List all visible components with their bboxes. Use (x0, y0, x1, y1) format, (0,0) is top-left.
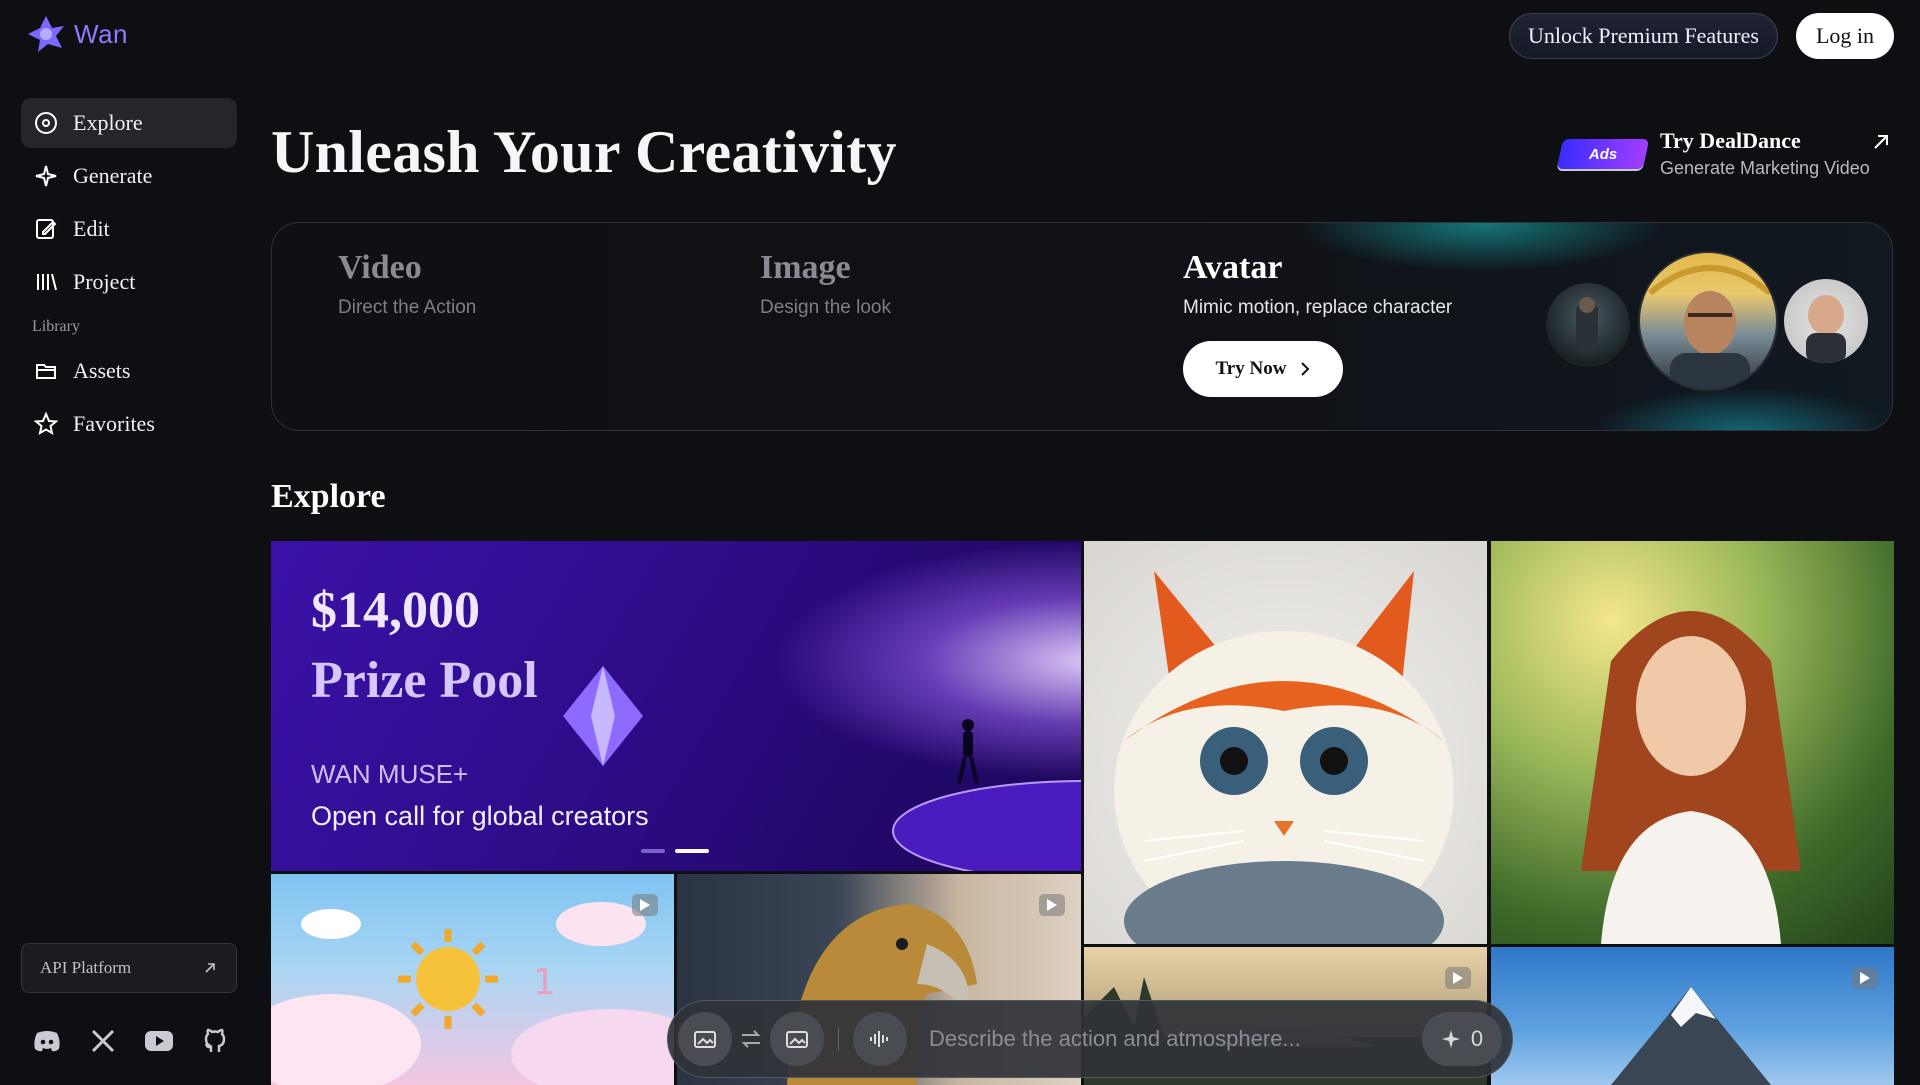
try-now-label: Try Now (1215, 358, 1287, 379)
external-link-icon (205, 963, 215, 973)
generate-credits-button[interactable]: 0 (1422, 1012, 1502, 1066)
prize-pool-label: Prize Pool (311, 652, 538, 709)
mode-subtitle: Design the look (760, 297, 891, 318)
app-logo[interactable]: Wan (26, 14, 128, 54)
avatar-thumbnail (1784, 279, 1868, 363)
edit-icon (33, 216, 59, 242)
ads-badge: Ads (1556, 138, 1650, 169)
page-title: Unleash Your Creativity (271, 119, 897, 185)
sparkle-icon (1441, 1030, 1460, 1048)
credit-count: 0 (1470, 1026, 1484, 1051)
avatar-thumbnail (1546, 283, 1630, 367)
avatar-thumbnail-featured (1638, 251, 1778, 391)
app-name: Wan (74, 18, 128, 49)
sidebar-item-label: Assets (73, 358, 131, 383)
ad-subtitle: Generate Marketing Video (1660, 158, 1870, 178)
sidebar-item-label: Favorites (73, 411, 155, 436)
swap-icon[interactable] (732, 1030, 770, 1048)
folder-icon (33, 358, 59, 384)
mode-avatar[interactable]: Avatar Mimic motion, replace character T… (1183, 249, 1452, 397)
discord-icon[interactable] (32, 1026, 62, 1056)
audio-wave-icon (870, 1031, 888, 1047)
sidebar-item-label: Project (73, 269, 136, 294)
external-arrow-icon[interactable] (1870, 131, 1892, 153)
play-icon[interactable] (1445, 967, 1471, 989)
compass-icon (33, 110, 59, 136)
mode-title: Avatar (1183, 249, 1283, 286)
sidebar-item-label: Generate (73, 163, 153, 188)
sidebar-item-project[interactable]: Project (21, 257, 237, 307)
social-links (32, 1026, 230, 1056)
top-actions: Unlock Premium Features Log in (1508, 13, 1894, 59)
mode-video[interactable]: Video Direct the Action (338, 249, 476, 319)
image-icon (786, 1031, 808, 1048)
sidebar: Wan Explore Generate Edit Project Librar… (0, 0, 258, 1085)
banner-brand: WAN MUSE+ (311, 759, 469, 789)
github-icon[interactable] (200, 1026, 230, 1056)
start-image-button[interactable] (678, 1012, 732, 1066)
mode-title: Image (760, 249, 851, 286)
creation-mode-card: Video Direct the Action Image Design the… (271, 222, 1893, 431)
star-icon (33, 411, 59, 437)
media-tile-sun[interactable]: 1 (271, 874, 674, 1085)
play-icon[interactable] (632, 894, 658, 916)
x-icon[interactable] (88, 1026, 118, 1056)
api-platform-label: API Platform (40, 958, 132, 977)
sidebar-item-generate[interactable]: Generate (21, 151, 237, 201)
audio-button[interactable] (853, 1012, 907, 1066)
mode-title: Video (338, 249, 422, 286)
divider (838, 1027, 839, 1051)
prize-banner[interactable]: $14,000 Prize Pool WAN MUSE+ Open call f… (271, 541, 1081, 871)
sidebar-item-assets[interactable]: Assets (21, 346, 237, 396)
youtube-icon[interactable] (144, 1026, 174, 1056)
crystal-icon (563, 666, 643, 766)
wan-logo-icon (28, 16, 64, 52)
library-section-label: Library (32, 318, 80, 335)
play-icon[interactable] (1039, 894, 1065, 916)
banner-tagline: Open call for global creators (311, 801, 649, 831)
ad-title: Try DealDance (1660, 128, 1801, 153)
explore-section-title: Explore (271, 478, 386, 515)
carousel-dot[interactable] (641, 849, 665, 853)
api-platform-button[interactable]: API Platform (21, 943, 237, 993)
media-tile-portrait[interactable] (1491, 541, 1894, 944)
carousel-dots (641, 849, 709, 853)
svg-text:1: 1 (533, 962, 556, 1003)
mode-image[interactable]: Image Design the look (760, 249, 891, 319)
sidebar-nav: Explore Generate Edit Project Library As (21, 98, 237, 452)
prompt-bar: 0 (667, 1000, 1513, 1078)
prize-amount: $14,000 (311, 582, 480, 639)
stage-illustration (892, 719, 1081, 871)
sidebar-item-label: Explore (73, 110, 143, 135)
mode-subtitle: Mimic motion, replace character (1183, 297, 1453, 318)
end-image-button[interactable] (770, 1012, 824, 1066)
library-icon (33, 269, 59, 295)
login-button[interactable]: Log in (1795, 13, 1894, 59)
prompt-input[interactable] (907, 1026, 1422, 1052)
sidebar-item-edit[interactable]: Edit (21, 204, 237, 254)
sidebar-item-favorites[interactable]: Favorites (21, 399, 237, 449)
sidebar-item-label: Edit (73, 216, 110, 241)
play-icon[interactable] (1852, 967, 1878, 989)
try-now-button[interactable]: Try Now (1183, 341, 1343, 397)
sidebar-item-explore[interactable]: Explore (21, 98, 237, 148)
media-tile-cat[interactable] (1084, 541, 1487, 944)
sparkle-icon (33, 163, 59, 189)
chevron-right-icon (1301, 362, 1310, 376)
ad-banner[interactable]: Ads Try DealDance Generate Marketing Vid… (1556, 128, 1870, 179)
image-icon (694, 1031, 716, 1048)
media-tile-mountain[interactable] (1491, 947, 1894, 1085)
mode-subtitle: Direct the Action (338, 297, 477, 318)
carousel-dot-active[interactable] (675, 849, 709, 853)
unlock-premium-button[interactable]: Unlock Premium Features (1508, 13, 1778, 59)
